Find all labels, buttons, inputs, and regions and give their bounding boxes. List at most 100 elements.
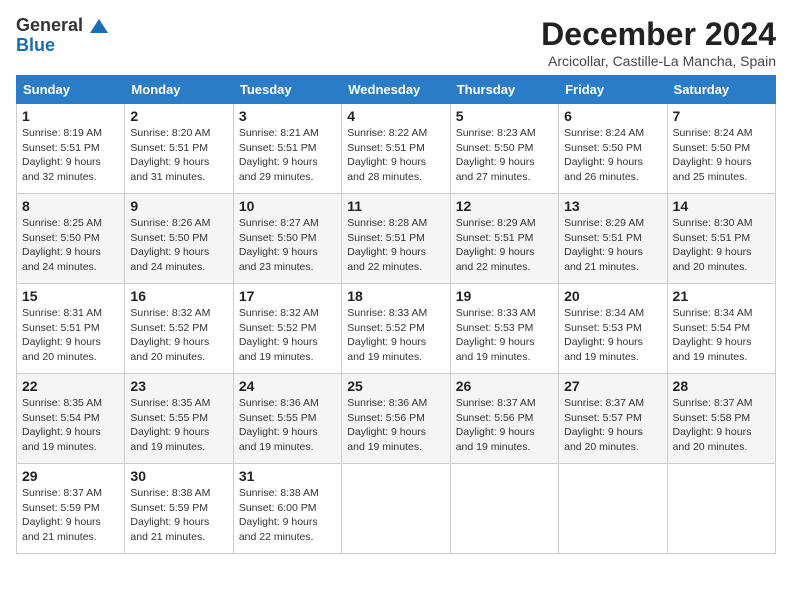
- day-number: 17: [239, 288, 336, 304]
- day-number: 2: [130, 108, 227, 124]
- day-info: Sunrise: 8:24 AMSunset: 5:50 PMDaylight:…: [564, 127, 644, 183]
- day-number: 12: [456, 198, 553, 214]
- day-info: Sunrise: 8:27 AMSunset: 5:50 PMDaylight:…: [239, 217, 319, 273]
- day-info: Sunrise: 8:31 AMSunset: 5:51 PMDaylight:…: [22, 307, 102, 363]
- day-info: Sunrise: 8:35 AMSunset: 5:54 PMDaylight:…: [22, 397, 102, 453]
- month-title: December 2024: [541, 16, 776, 53]
- day-number: 15: [22, 288, 119, 304]
- calendar-table: SundayMondayTuesdayWednesdayThursdayFrid…: [16, 75, 776, 554]
- weekday-header: Tuesday: [233, 76, 341, 104]
- calendar-day-cell: 9 Sunrise: 8:26 AMSunset: 5:50 PMDayligh…: [125, 194, 233, 284]
- calendar-day-cell: 11 Sunrise: 8:28 AMSunset: 5:51 PMDaylig…: [342, 194, 450, 284]
- calendar-day-cell: 30 Sunrise: 8:38 AMSunset: 5:59 PMDaylig…: [125, 464, 233, 554]
- day-info: Sunrise: 8:33 AMSunset: 5:53 PMDaylight:…: [456, 307, 536, 363]
- calendar-day-cell: 21 Sunrise: 8:34 AMSunset: 5:54 PMDaylig…: [667, 284, 775, 374]
- calendar-day-cell: 15 Sunrise: 8:31 AMSunset: 5:51 PMDaylig…: [17, 284, 125, 374]
- logo: General Blue: [16, 16, 108, 56]
- day-number: 29: [22, 468, 119, 484]
- calendar-day-cell: 14 Sunrise: 8:30 AMSunset: 5:51 PMDaylig…: [667, 194, 775, 284]
- day-number: 4: [347, 108, 444, 124]
- day-number: 30: [130, 468, 227, 484]
- weekday-header: Thursday: [450, 76, 558, 104]
- day-number: 31: [239, 468, 336, 484]
- calendar-day-cell: 31 Sunrise: 8:38 AMSunset: 6:00 PMDaylig…: [233, 464, 341, 554]
- calendar-week-row: 8 Sunrise: 8:25 AMSunset: 5:50 PMDayligh…: [17, 194, 776, 284]
- day-number: 5: [456, 108, 553, 124]
- calendar-day-cell: 25 Sunrise: 8:36 AMSunset: 5:56 PMDaylig…: [342, 374, 450, 464]
- calendar-day-cell: 24 Sunrise: 8:36 AMSunset: 5:55 PMDaylig…: [233, 374, 341, 464]
- calendar-day-cell: 1 Sunrise: 8:19 AMSunset: 5:51 PMDayligh…: [17, 104, 125, 194]
- day-number: 23: [130, 378, 227, 394]
- calendar-week-row: 1 Sunrise: 8:19 AMSunset: 5:51 PMDayligh…: [17, 104, 776, 194]
- day-info: Sunrise: 8:24 AMSunset: 5:50 PMDaylight:…: [673, 127, 753, 183]
- day-number: 1: [22, 108, 119, 124]
- weekday-header: Friday: [559, 76, 667, 104]
- calendar-day-cell: 16 Sunrise: 8:32 AMSunset: 5:52 PMDaylig…: [125, 284, 233, 374]
- logo-blue: Blue: [16, 36, 108, 56]
- calendar-day-cell: 26 Sunrise: 8:37 AMSunset: 5:56 PMDaylig…: [450, 374, 558, 464]
- weekday-header: Saturday: [667, 76, 775, 104]
- day-info: Sunrise: 8:34 AMSunset: 5:54 PMDaylight:…: [673, 307, 753, 363]
- day-info: Sunrise: 8:19 AMSunset: 5:51 PMDaylight:…: [22, 127, 102, 183]
- day-number: 13: [564, 198, 661, 214]
- calendar-day-cell: 6 Sunrise: 8:24 AMSunset: 5:50 PMDayligh…: [559, 104, 667, 194]
- day-info: Sunrise: 8:37 AMSunset: 5:57 PMDaylight:…: [564, 397, 644, 453]
- day-info: Sunrise: 8:21 AMSunset: 5:51 PMDaylight:…: [239, 127, 319, 183]
- day-number: 18: [347, 288, 444, 304]
- calendar-day-cell: [450, 464, 558, 554]
- calendar-day-cell: 17 Sunrise: 8:32 AMSunset: 5:52 PMDaylig…: [233, 284, 341, 374]
- day-info: Sunrise: 8:37 AMSunset: 5:56 PMDaylight:…: [456, 397, 536, 453]
- weekday-header-row: SundayMondayTuesdayWednesdayThursdayFrid…: [17, 76, 776, 104]
- calendar-day-cell: 5 Sunrise: 8:23 AMSunset: 5:50 PMDayligh…: [450, 104, 558, 194]
- weekday-header: Monday: [125, 76, 233, 104]
- day-info: Sunrise: 8:25 AMSunset: 5:50 PMDaylight:…: [22, 217, 102, 273]
- day-info: Sunrise: 8:23 AMSunset: 5:50 PMDaylight:…: [456, 127, 536, 183]
- day-info: Sunrise: 8:37 AMSunset: 5:58 PMDaylight:…: [673, 397, 753, 453]
- calendar-day-cell: [342, 464, 450, 554]
- title-section: December 2024 Arcicollar, Castille-La Ma…: [541, 16, 776, 69]
- calendar-day-cell: 22 Sunrise: 8:35 AMSunset: 5:54 PMDaylig…: [17, 374, 125, 464]
- calendar-day-cell: 4 Sunrise: 8:22 AMSunset: 5:51 PMDayligh…: [342, 104, 450, 194]
- calendar-day-cell: 8 Sunrise: 8:25 AMSunset: 5:50 PMDayligh…: [17, 194, 125, 284]
- day-number: 8: [22, 198, 119, 214]
- day-number: 25: [347, 378, 444, 394]
- logo-general: General: [16, 15, 83, 35]
- day-number: 11: [347, 198, 444, 214]
- day-number: 26: [456, 378, 553, 394]
- page-header: General Blue December 2024 Arcicollar, C…: [16, 16, 776, 69]
- day-info: Sunrise: 8:36 AMSunset: 5:55 PMDaylight:…: [239, 397, 319, 453]
- day-info: Sunrise: 8:38 AMSunset: 6:00 PMDaylight:…: [239, 487, 319, 543]
- calendar-day-cell: 13 Sunrise: 8:29 AMSunset: 5:51 PMDaylig…: [559, 194, 667, 284]
- day-info: Sunrise: 8:34 AMSunset: 5:53 PMDaylight:…: [564, 307, 644, 363]
- day-info: Sunrise: 8:29 AMSunset: 5:51 PMDaylight:…: [456, 217, 536, 273]
- day-number: 24: [239, 378, 336, 394]
- calendar-day-cell: 28 Sunrise: 8:37 AMSunset: 5:58 PMDaylig…: [667, 374, 775, 464]
- calendar-day-cell: 19 Sunrise: 8:33 AMSunset: 5:53 PMDaylig…: [450, 284, 558, 374]
- day-number: 10: [239, 198, 336, 214]
- day-number: 20: [564, 288, 661, 304]
- calendar-day-cell: 18 Sunrise: 8:33 AMSunset: 5:52 PMDaylig…: [342, 284, 450, 374]
- day-info: Sunrise: 8:26 AMSunset: 5:50 PMDaylight:…: [130, 217, 210, 273]
- day-info: Sunrise: 8:33 AMSunset: 5:52 PMDaylight:…: [347, 307, 427, 363]
- logo-triangle-icon: [90, 19, 108, 33]
- day-info: Sunrise: 8:38 AMSunset: 5:59 PMDaylight:…: [130, 487, 210, 543]
- day-number: 19: [456, 288, 553, 304]
- day-info: Sunrise: 8:37 AMSunset: 5:59 PMDaylight:…: [22, 487, 102, 543]
- day-info: Sunrise: 8:30 AMSunset: 5:51 PMDaylight:…: [673, 217, 753, 273]
- day-info: Sunrise: 8:32 AMSunset: 5:52 PMDaylight:…: [130, 307, 210, 363]
- calendar-day-cell: 3 Sunrise: 8:21 AMSunset: 5:51 PMDayligh…: [233, 104, 341, 194]
- day-number: 16: [130, 288, 227, 304]
- calendar-day-cell: 7 Sunrise: 8:24 AMSunset: 5:50 PMDayligh…: [667, 104, 775, 194]
- day-info: Sunrise: 8:29 AMSunset: 5:51 PMDaylight:…: [564, 217, 644, 273]
- calendar-week-row: 22 Sunrise: 8:35 AMSunset: 5:54 PMDaylig…: [17, 374, 776, 464]
- day-info: Sunrise: 8:36 AMSunset: 5:56 PMDaylight:…: [347, 397, 427, 453]
- calendar-day-cell: [559, 464, 667, 554]
- calendar-day-cell: 2 Sunrise: 8:20 AMSunset: 5:51 PMDayligh…: [125, 104, 233, 194]
- calendar-day-cell: 10 Sunrise: 8:27 AMSunset: 5:50 PMDaylig…: [233, 194, 341, 284]
- day-number: 28: [673, 378, 770, 394]
- day-number: 14: [673, 198, 770, 214]
- day-number: 7: [673, 108, 770, 124]
- day-info: Sunrise: 8:28 AMSunset: 5:51 PMDaylight:…: [347, 217, 427, 273]
- day-number: 21: [673, 288, 770, 304]
- day-number: 3: [239, 108, 336, 124]
